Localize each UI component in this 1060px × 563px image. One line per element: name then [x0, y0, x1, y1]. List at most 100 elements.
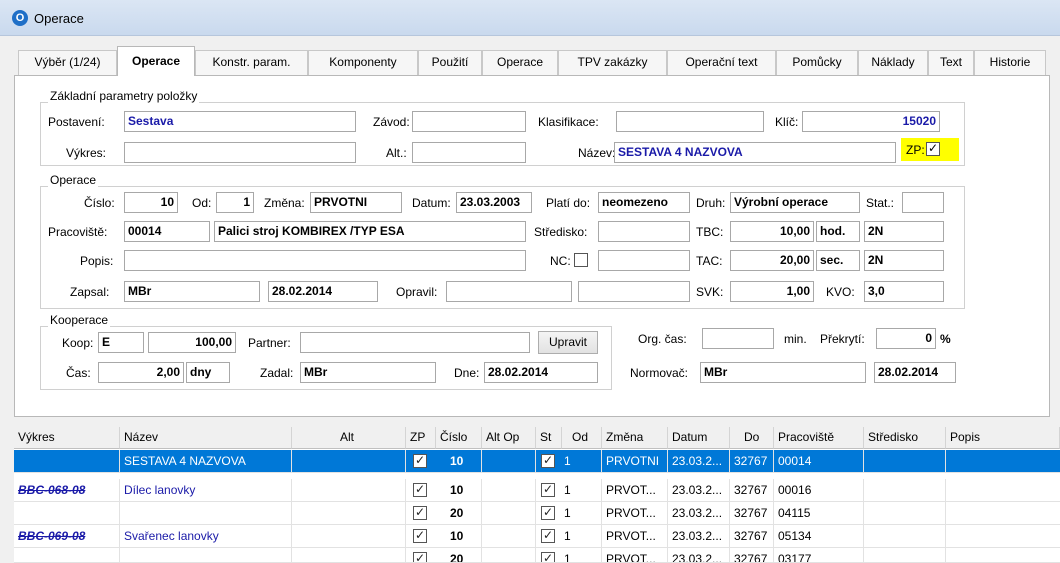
- svk-field[interactable]: 1,00: [730, 281, 814, 302]
- vykres-field[interactable]: [124, 142, 356, 163]
- cell-vykres-link[interactable]: BBC-069-08: [14, 525, 120, 547]
- cislo-field[interactable]: 10: [124, 192, 178, 213]
- cas-unit-field[interactable]: dny: [186, 362, 230, 383]
- tac-field[interactable]: 20,00: [730, 250, 814, 271]
- stat-field[interactable]: [902, 192, 944, 213]
- min-label: min.: [784, 332, 807, 346]
- tab-komponenty[interactable]: Komponenty: [308, 50, 418, 75]
- col-header-nazev[interactable]: Název: [120, 427, 292, 449]
- col-header-do[interactable]: Do: [730, 427, 774, 449]
- zadal-field[interactable]: MBr: [300, 362, 436, 383]
- zapsal-date-field[interactable]: 28.02.2014: [268, 281, 378, 302]
- table-row[interactable]: ✓ 20 ✓ 1 PRVOT... 23.03.2... 32767 04115: [14, 502, 1060, 525]
- cell-vykres-link[interactable]: BBC-068-08: [14, 479, 120, 501]
- od-field[interactable]: 1: [216, 192, 254, 213]
- col-header-st[interactable]: St: [536, 427, 562, 449]
- cell-popis: [946, 502, 1060, 524]
- tab-konstr-param[interactable]: Konstr. param.: [195, 50, 308, 75]
- cell-do: 32767: [730, 525, 774, 547]
- koop-amount-field[interactable]: 100,00: [148, 332, 236, 353]
- druh-field[interactable]: Výrobní operace: [730, 192, 860, 213]
- cell-datum: 23.03.2...: [668, 548, 730, 562]
- normovac-field[interactable]: MBr: [700, 362, 866, 383]
- postaveni-field[interactable]: Sestava: [124, 111, 356, 132]
- cell-zp-checkbox[interactable]: ✓: [413, 454, 427, 468]
- prekryti-field[interactable]: 0: [876, 328, 936, 349]
- nc-field[interactable]: [598, 250, 690, 271]
- alt-field[interactable]: [412, 142, 526, 163]
- cell-st-checkbox[interactable]: ✓: [541, 506, 555, 520]
- col-header-altop[interactable]: Alt Op: [482, 427, 536, 449]
- upravit-button[interactable]: Upravit: [538, 331, 598, 354]
- cell-st-checkbox[interactable]: ✓: [541, 529, 555, 543]
- tab-operacni-text[interactable]: Operační text: [667, 50, 776, 75]
- popis-field[interactable]: [124, 250, 526, 271]
- col-header-popis[interactable]: Popis: [946, 427, 1060, 449]
- nazev-label: Název:: [578, 146, 616, 160]
- datum-field[interactable]: 23.03.2003: [456, 192, 532, 213]
- cell-st-checkbox[interactable]: ✓: [541, 454, 555, 468]
- klasifikace-label: Klasifikace:: [538, 115, 599, 129]
- klic-field[interactable]: 15020: [802, 111, 940, 132]
- tbc-field[interactable]: 10,00: [730, 221, 814, 242]
- cell-zp-checkbox[interactable]: ✓: [413, 483, 427, 497]
- col-header-zp[interactable]: ZP: [406, 427, 436, 449]
- tab-operace-2[interactable]: Operace: [482, 50, 558, 75]
- table-row[interactable]: ✓ 20 ✓ 1 PRVOT... 23.03.2... 32767 03177: [14, 548, 1060, 563]
- col-header-cislo[interactable]: Číslo: [436, 427, 482, 449]
- col-header-datum[interactable]: Datum: [668, 427, 730, 449]
- table-row[interactable]: BBC-069-08 Svařenec lanovky ✓ 10 ✓ 1 PRV…: [14, 525, 1060, 548]
- tab-vyber[interactable]: Výběr (1/24): [18, 50, 117, 75]
- nc-checkbox[interactable]: [574, 253, 588, 267]
- cell-zp-checkbox[interactable]: ✓: [413, 552, 427, 562]
- tab-tpv-zakazky[interactable]: TPV zakázky: [558, 50, 667, 75]
- kvo-label: KVO:: [826, 285, 855, 299]
- org-cas-field[interactable]: [702, 328, 774, 349]
- col-header-zmena[interactable]: Změna: [602, 427, 668, 449]
- table-row[interactable]: BBC-068-08 Dílec lanovky ✓ 10 ✓ 1 PRVOT.…: [14, 479, 1060, 502]
- zmena-field[interactable]: PRVOTNI: [310, 192, 402, 213]
- partner-field[interactable]: [300, 332, 530, 353]
- tab-text[interactable]: Text: [928, 50, 974, 75]
- tab-historie[interactable]: Historie: [974, 50, 1046, 75]
- opravil-label: Opravil:: [396, 285, 438, 299]
- cell-zp-checkbox[interactable]: ✓: [413, 529, 427, 543]
- normovac-label: Normovač:: [630, 366, 689, 380]
- tbc-unit-field[interactable]: hod.: [816, 221, 860, 242]
- zp-checkbox[interactable]: ✓: [926, 142, 940, 156]
- vykres-label: Výkres:: [66, 146, 107, 160]
- zavod-field[interactable]: [412, 111, 526, 132]
- normovac-date-field[interactable]: 28.02.2014: [874, 362, 956, 383]
- tab-naklady[interactable]: Náklady: [858, 50, 928, 75]
- col-header-stredisko[interactable]: Středisko: [864, 427, 946, 449]
- tab-operace-active[interactable]: Operace: [117, 46, 195, 76]
- stredisko-field[interactable]: [598, 221, 690, 242]
- tab-pouziti[interactable]: Použití: [418, 50, 482, 75]
- opravil-date-field[interactable]: [578, 281, 690, 302]
- zapsal-field[interactable]: MBr: [124, 281, 260, 302]
- col-header-alt[interactable]: Alt: [292, 427, 406, 449]
- klasifikace-field[interactable]: [616, 111, 764, 132]
- dne-field[interactable]: 28.02.2014: [484, 362, 598, 383]
- cas-field[interactable]: 2,00: [98, 362, 184, 383]
- col-header-od[interactable]: Od: [562, 427, 602, 449]
- pracoviste-code-field[interactable]: 00014: [124, 221, 210, 242]
- cell-st-checkbox[interactable]: ✓: [541, 552, 555, 562]
- col-header-vykres[interactable]: Výkres: [14, 427, 120, 449]
- nazev-field[interactable]: SESTAVA 4 NAZVOVA: [614, 142, 896, 163]
- tac-extra-field[interactable]: 2N: [864, 250, 944, 271]
- col-header-pracoviste[interactable]: Pracoviště: [774, 427, 864, 449]
- plati-do-field[interactable]: neomezeno: [598, 192, 690, 213]
- kvo-field[interactable]: 3,0: [864, 281, 944, 302]
- plati-do-label: Platí do:: [546, 196, 591, 210]
- table-row[interactable]: SESTAVA 4 NAZVOVA ✓ 10 ✓ 1 PRVOTNI 23.03…: [14, 450, 1060, 473]
- cell-pracoviste: 00016: [774, 479, 864, 501]
- cell-st-checkbox[interactable]: ✓: [541, 483, 555, 497]
- cell-alt: [292, 479, 406, 501]
- tab-pomucky[interactable]: Pomůcky: [776, 50, 858, 75]
- tac-unit-field[interactable]: sec.: [816, 250, 860, 271]
- koop-field[interactable]: E: [98, 332, 144, 353]
- cell-zp-checkbox[interactable]: ✓: [413, 506, 427, 520]
- tbc-extra-field[interactable]: 2N: [864, 221, 944, 242]
- opravil-field[interactable]: [446, 281, 572, 302]
